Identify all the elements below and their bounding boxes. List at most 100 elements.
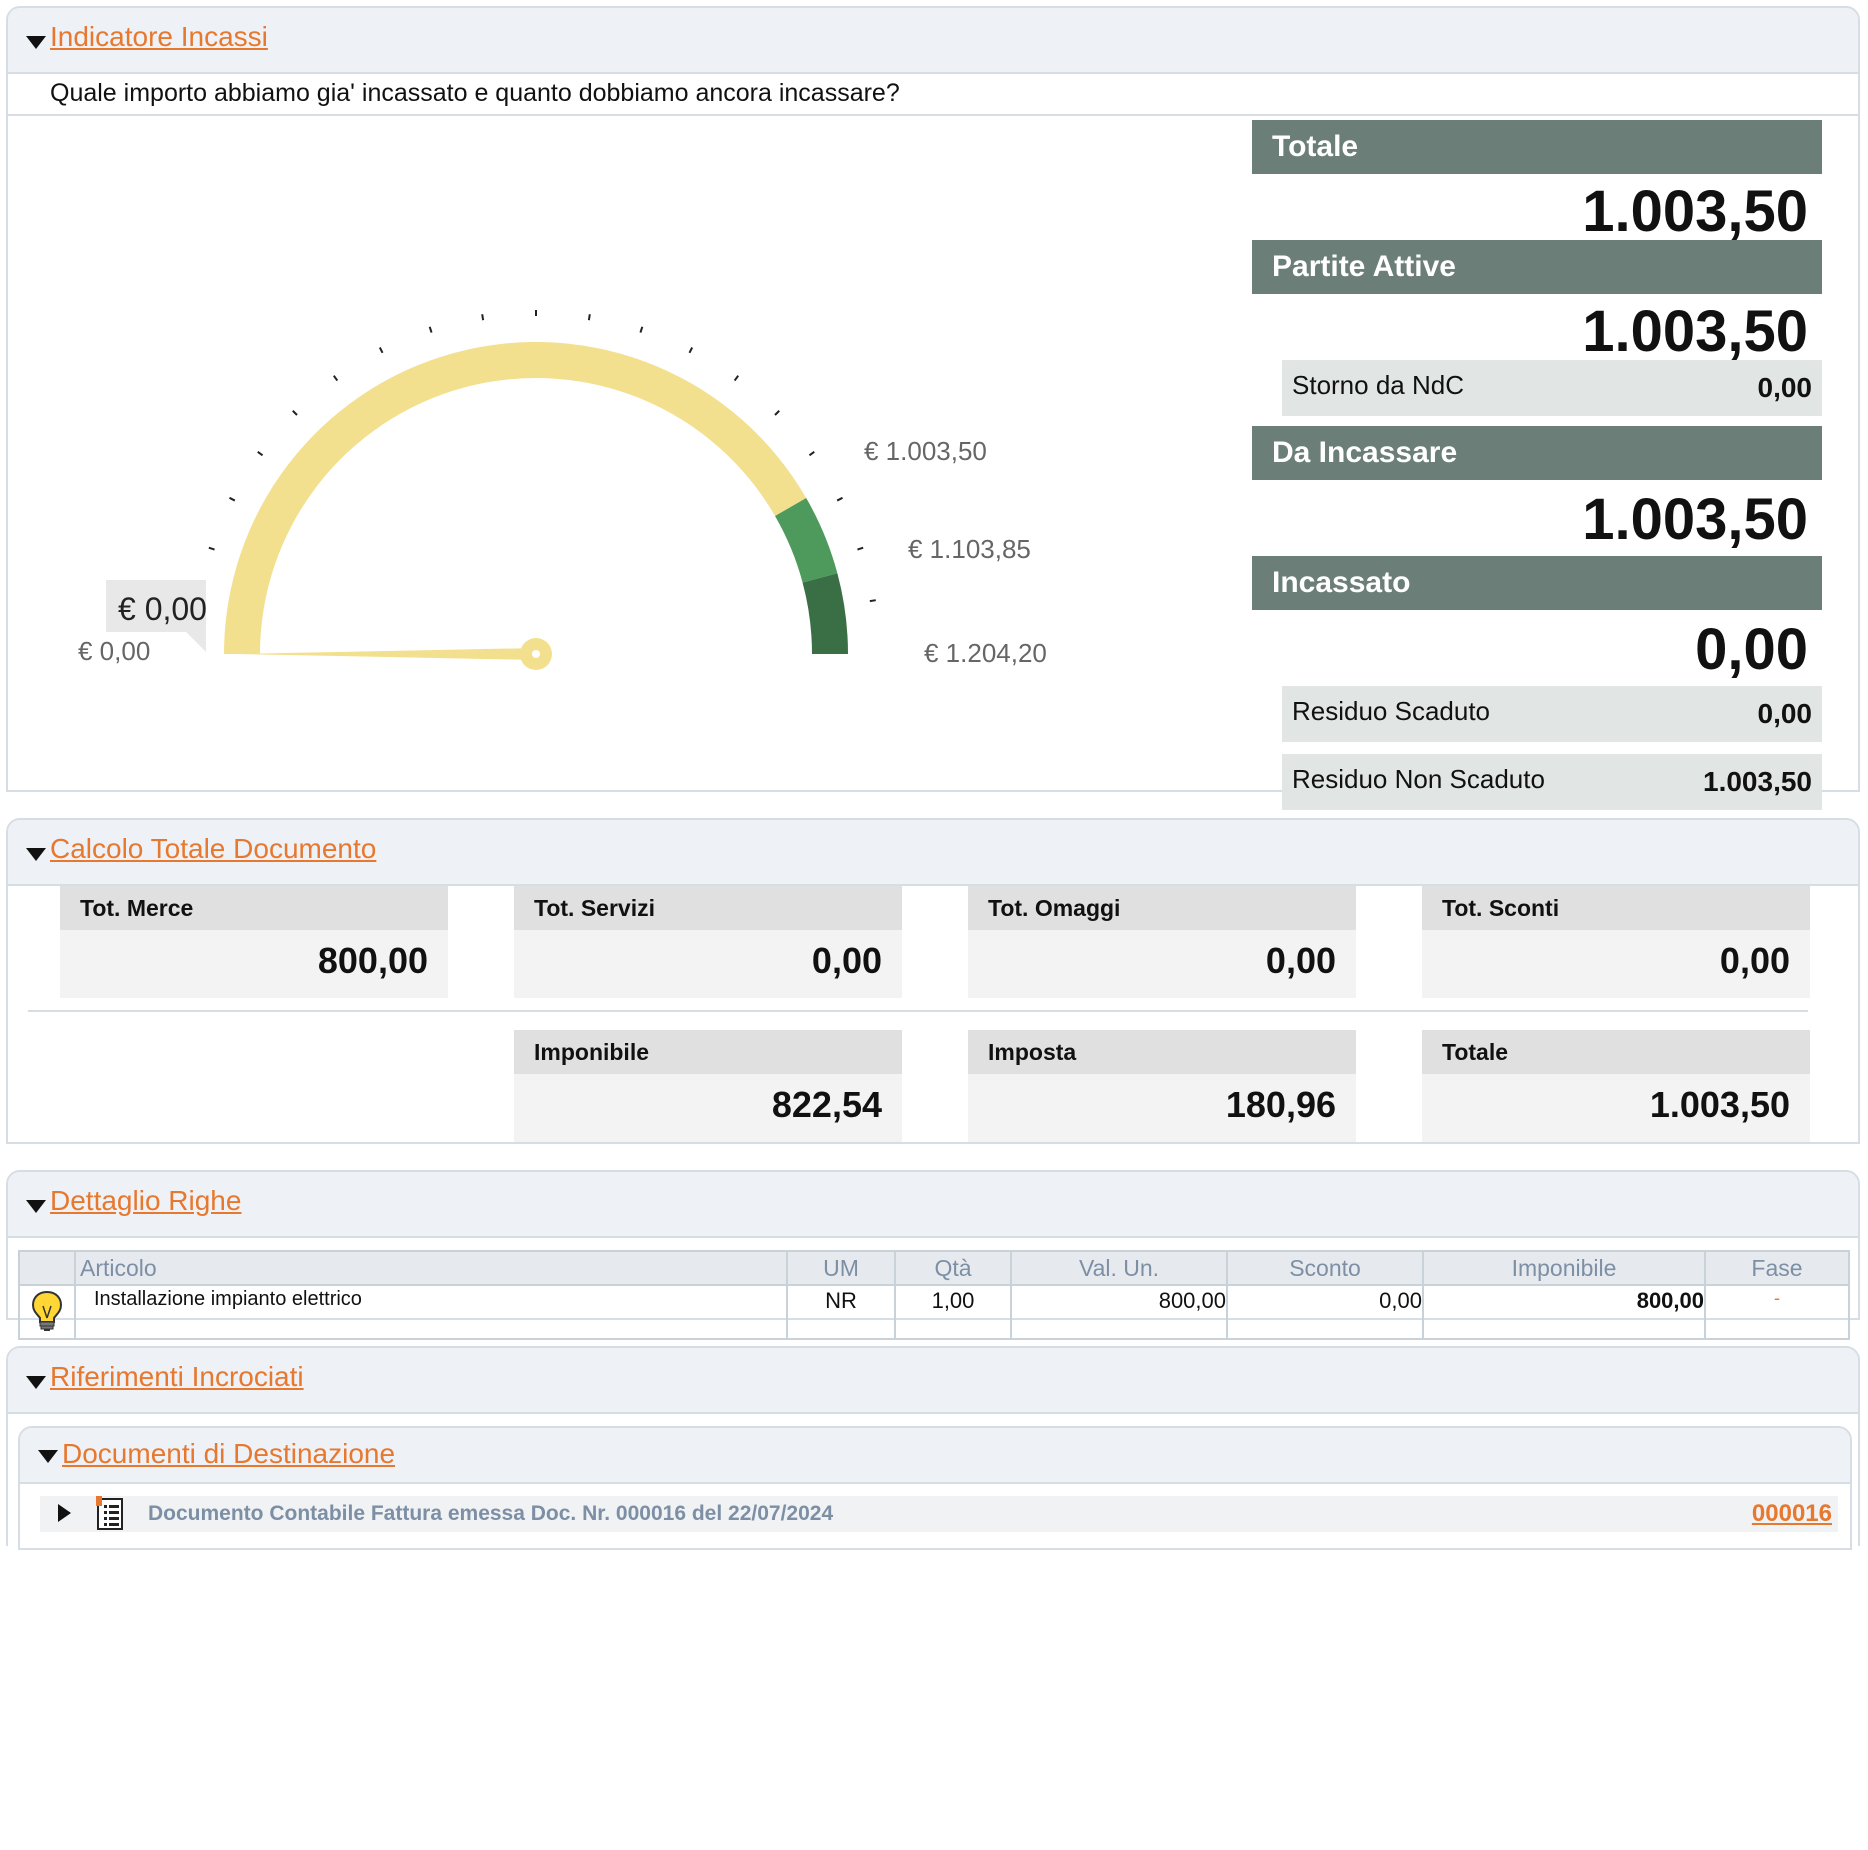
tile-tot-servizi-value: 0,00 <box>811 940 882 981</box>
gauge-needle <box>238 648 536 660</box>
riferimenti-panel: Riferimenti Incrociati Documenti di Dest… <box>6 1346 1860 1550</box>
tile-tot-merce-value: 800,00 <box>317 940 428 981</box>
indicatore-incassi-header[interactable]: Indicatore Incassi <box>8 8 1858 74</box>
kpi-incassato-value: 0,00 <box>1695 617 1808 682</box>
gauge-tick <box>808 450 815 457</box>
kpi-residuo-non-scaduto-label: Residuo Non Scaduto <box>1292 764 1545 794</box>
gauge-tick <box>836 496 843 502</box>
col-sconto[interactable]: Sconto <box>1226 1250 1424 1286</box>
cell-articolo: Installazione impianto elettrico <box>74 1284 788 1340</box>
expand-triangle-icon[interactable] <box>58 1504 71 1522</box>
dettaglio-righe-header[interactable]: Dettaglio Righe <box>8 1172 1858 1238</box>
tile-imponibile: Imponibile 822,54 <box>514 1030 902 1142</box>
gauge-svg: € 0,00 € 0,00 € 1.003,50 € 1.103,85 € 1.… <box>78 310 1047 670</box>
indicatore-question: Quale importo abbiamo gia' incassato e q… <box>8 74 1858 116</box>
document-list-icon <box>96 1496 123 1530</box>
tile-tot-servizi-label: Tot. Servizi <box>514 886 902 930</box>
cell-imponibile: 800,00 <box>1422 1284 1706 1340</box>
gauge-tick <box>688 347 694 354</box>
cell-val-un: 800,00 <box>1010 1284 1228 1340</box>
gauge-chart: € 0,00 € 0,00 € 1.003,50 € 1.103,85 € 1.… <box>8 118 1248 938</box>
calcolo-totale-title[interactable]: Calcolo Totale Documento <box>50 833 376 865</box>
tile-tot-merce-label: Tot. Merce <box>60 886 448 930</box>
collapse-triangle-icon[interactable] <box>26 36 46 49</box>
collapse-triangle-icon[interactable] <box>26 1200 46 1213</box>
kpi-da-incassare-header: Da Incassare <box>1252 426 1822 480</box>
kpi-totale-value: 1.003,50 <box>1582 179 1808 244</box>
kpi-column: Totale 1.003,50 Partite Attive 1.003,50 … <box>1252 120 1822 822</box>
kpi-incassato-header: Incassato <box>1252 556 1822 610</box>
indicatore-incassi-title[interactable]: Indicatore Incassi <box>50 21 268 53</box>
gauge-tick <box>332 375 339 382</box>
documento-row[interactable]: Documento Contabile Fattura emessa Doc. … <box>40 1496 1838 1532</box>
kpi-partite-value: 1.003,50 <box>1582 299 1808 364</box>
documenti-destinazione-title[interactable]: Documenti di Destinazione <box>62 1438 395 1470</box>
gauge-tick <box>774 410 780 416</box>
collapse-triangle-icon[interactable] <box>26 848 46 861</box>
table-row[interactable]: Installazione impianto elettrico NR 1,00… <box>18 1284 1850 1340</box>
gauge-min-label: € 0,00 <box>78 636 150 666</box>
kpi-storno-row: Storno da NdC 0,00 <box>1282 360 1822 416</box>
col-imponibile[interactable]: Imponibile <box>1422 1250 1706 1286</box>
tile-imposta: Imposta 180,96 <box>968 1030 1356 1142</box>
documento-description: Documento Contabile Fattura emessa Doc. … <box>148 1502 834 1525</box>
tile-imponibile-value: 822,54 <box>771 1084 882 1125</box>
dettaglio-righe-panel: Dettaglio Righe Articolo UM Qtà Val. Un.… <box>6 1170 1860 1340</box>
collapse-triangle-icon[interactable] <box>26 1376 46 1389</box>
kpi-residuo-non-scaduto-value: 1.003,50 <box>1703 766 1812 797</box>
gauge-value-label: € 0,00 <box>118 591 207 627</box>
cell-fase-link[interactable]: - <box>1704 1284 1850 1340</box>
gauge-tick <box>208 546 215 551</box>
collapse-triangle-icon[interactable] <box>38 1450 58 1463</box>
tile-tot-servizi: Tot. Servizi 0,00 <box>514 886 902 998</box>
tile-tot-sconti: Tot. Sconti 0,00 <box>1422 886 1810 998</box>
dettaglio-righe-title[interactable]: Dettaglio Righe <box>50 1185 241 1217</box>
gauge-band1-label: € 1.003,50 <box>864 436 987 466</box>
documenti-destinazione-header[interactable]: Documenti di Destinazione <box>20 1428 1850 1484</box>
table-header-row: Articolo UM Qtà Val. Un. Sconto Imponibi… <box>18 1250 1850 1286</box>
calcolo-divider <box>28 1010 1808 1012</box>
kpi-residuo-scaduto-label: Residuo Scaduto <box>1292 696 1491 726</box>
tile-tot-omaggi-value: 0,00 <box>1265 940 1336 981</box>
kpi-storno-label: Storno da NdC <box>1292 370 1464 400</box>
tile-totale-label: Totale <box>1422 1030 1810 1074</box>
gauge-tick <box>587 314 591 321</box>
tile-tot-merce: Tot. Merce 800,00 <box>60 886 448 998</box>
gauge-band-3 <box>802 573 848 654</box>
tile-tot-omaggi: Tot. Omaggi 0,00 <box>968 886 1356 998</box>
tile-imposta-value: 180,96 <box>1225 1084 1336 1125</box>
cell-sconto: 0,00 <box>1226 1284 1424 1340</box>
col-um[interactable]: UM <box>786 1250 896 1286</box>
kpi-residuo-scaduto-row: Residuo Scaduto 0,00 <box>1282 686 1822 742</box>
tile-tot-sconti-value: 0,00 <box>1719 940 1790 981</box>
col-val-un[interactable]: Val. Un. <box>1010 1250 1228 1286</box>
tile-totale-value: 1.003,50 <box>1649 1084 1790 1125</box>
kpi-totale-header: Totale <box>1252 120 1822 174</box>
riferimenti-header[interactable]: Riferimenti Incrociati <box>8 1348 1858 1414</box>
gauge-band-1 <box>224 342 807 654</box>
icon-column-header <box>18 1250 76 1286</box>
tile-tot-omaggi-label: Tot. Omaggi <box>968 886 1356 930</box>
row-icon-cell <box>18 1284 76 1340</box>
gauge-needle-hub-dot <box>532 650 540 658</box>
gauge-band-2 <box>775 498 838 583</box>
calcolo-totale-panel: Calcolo Totale Documento Tot. Merce 800,… <box>6 818 1860 1144</box>
col-fase[interactable]: Fase <box>1704 1250 1850 1286</box>
tile-imposta-label: Imposta <box>968 1030 1356 1074</box>
gauge-tick <box>857 546 864 551</box>
calcolo-totale-header[interactable]: Calcolo Totale Documento <box>8 820 1858 886</box>
kpi-da-incassare-value: 1.003,50 <box>1582 487 1808 552</box>
gauge-tick <box>378 347 384 354</box>
gauge-tick <box>869 599 876 603</box>
dettaglio-table: Articolo UM Qtà Val. Un. Sconto Imponibi… <box>18 1250 1850 1340</box>
cell-um: NR <box>786 1284 896 1340</box>
gauge-tick <box>428 326 433 333</box>
kpi-partite-header: Partite Attive <box>1252 240 1822 294</box>
riferimenti-title[interactable]: Riferimenti Incrociati <box>50 1361 304 1393</box>
col-qta[interactable]: Qtà <box>894 1250 1012 1286</box>
documento-number-link[interactable]: 000016 <box>1752 1500 1832 1528</box>
kpi-storno-value: 0,00 <box>1757 372 1813 403</box>
kpi-residuo-scaduto-value: 0,00 <box>1757 698 1813 729</box>
col-articolo[interactable]: Articolo <box>74 1250 788 1286</box>
gauge-max-label: € 1.204,20 <box>924 638 1047 668</box>
